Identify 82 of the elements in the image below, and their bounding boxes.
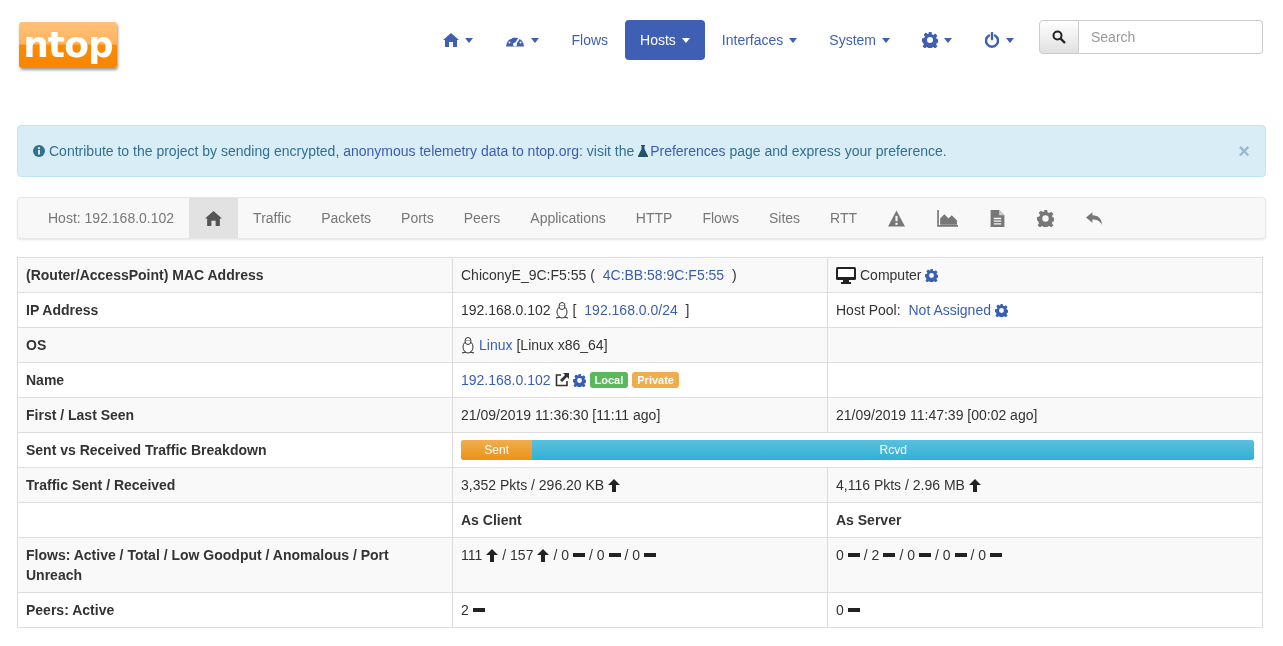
monitor-icon xyxy=(836,266,856,284)
cell-text: 21/09/2019 11:47:39 [00:02 ago] xyxy=(836,406,1038,425)
row-label: OS xyxy=(26,337,47,353)
row-label: Peers: Active xyxy=(26,602,115,618)
row-label: First / Last Seen xyxy=(26,407,135,423)
nav-menu-item[interactable]: Hosts xyxy=(625,20,705,60)
column-heading: As Client xyxy=(461,511,522,530)
tag-label: Local xyxy=(589,372,629,388)
cell-text: 4,116 Pkts / 2.96 MB xyxy=(836,476,965,495)
host-tab[interactable]: HTTP xyxy=(620,198,688,238)
gear-icon xyxy=(1037,209,1055,227)
alert-link[interactable]: anonymous telemetry data to ntop.org xyxy=(343,142,579,159)
cell-text: 0 xyxy=(836,546,844,565)
cell-link[interactable]: Linux xyxy=(479,335,513,355)
host-tab[interactable]: Packets xyxy=(306,198,387,238)
cell-text: 2 xyxy=(461,601,469,620)
host-tab[interactable]: RTT xyxy=(815,198,873,238)
received-bar-segment: Rcvd xyxy=(532,440,1254,460)
search-button[interactable] xyxy=(1039,20,1079,54)
search-field[interactable]: Search xyxy=(1079,20,1263,54)
area-chart-icon xyxy=(937,209,959,227)
host-tab[interactable]: Peers xyxy=(448,198,516,238)
cell-text: Computer xyxy=(860,266,922,285)
document-icon xyxy=(990,209,1006,227)
host-icon-tab[interactable] xyxy=(189,198,239,238)
row-label: Name xyxy=(26,372,65,388)
cell-text: ) xyxy=(731,266,737,285)
gear-icon xyxy=(922,32,938,48)
nav-menu-item[interactable]: Flows xyxy=(556,20,624,60)
row-label: (Router/AccessPoint) MAC Address xyxy=(26,267,264,283)
row-label: Flows: Active / Total / Low Goodput / Anomalous / Port Unreach xyxy=(26,547,389,583)
nav-menu-item[interactable]: Interfaces xyxy=(706,20,813,60)
gear-icon xyxy=(995,303,1008,317)
tag-label: Private xyxy=(632,372,679,388)
cell-text: / 0 xyxy=(899,546,915,565)
cell-text: / 2 xyxy=(863,546,880,565)
cell-text: / 0 xyxy=(970,546,987,565)
cell-text: / 0 xyxy=(934,546,951,565)
reply-arrow-icon xyxy=(1086,210,1104,226)
host-tab[interactable]: Ports xyxy=(386,198,449,238)
cell-link[interactable]: 192.168.0.102 xyxy=(461,370,551,390)
sent-bar-segment: Sent xyxy=(461,440,533,460)
cell-text: Host Pool: xyxy=(836,301,902,320)
home-icon xyxy=(443,32,460,48)
cell-text: ] xyxy=(684,301,690,320)
cell-text: ChiconyE_9C:F5:55 ( xyxy=(461,266,596,285)
power-icon xyxy=(984,32,1000,48)
cell-text: / 0 xyxy=(624,546,641,565)
cell-text: / 0 xyxy=(589,546,605,565)
gear-icon xyxy=(572,373,586,387)
cell-link[interactable]: Not Assigned xyxy=(908,300,991,320)
cell-text: 3,352 Pkts / 296.20 KB xyxy=(461,476,605,495)
host-tab[interactable]: Applications xyxy=(515,198,621,238)
alert-message: Contribute to the project by sending encrypted, anonymous telemetry data to ntop.org: visit the Preferences page and express your preference. xyxy=(49,141,947,161)
cell-link[interactable]: 4C:BB:58:9C:F5:55 xyxy=(602,265,725,285)
home-icon xyxy=(205,209,223,227)
row-label: Traffic Sent / Received xyxy=(26,477,176,493)
cell-text: 0 xyxy=(836,601,844,620)
external-link-icon xyxy=(554,373,569,387)
cell-text: [Linux x86_64] xyxy=(516,336,608,355)
warning-icon xyxy=(888,209,906,227)
cell-text: 111 xyxy=(461,546,483,565)
info-icon xyxy=(33,145,45,157)
penguin-icon xyxy=(554,301,569,319)
row-label: Sent vs Received Traffic Breakdown xyxy=(26,442,267,458)
host-tab[interactable]: Flows xyxy=(687,198,754,238)
cell-text: / 0 xyxy=(553,546,569,565)
cell-text: 21/09/2019 11:36:30 [11:11 ago] xyxy=(461,406,661,425)
column-heading: As Server xyxy=(836,511,902,530)
cell-text: [ xyxy=(572,301,578,320)
host-tab[interactable]: Traffic xyxy=(238,198,307,238)
alert-link[interactable]: Preferences xyxy=(638,142,726,159)
search-icon xyxy=(1052,30,1066,44)
row-label: IP Address xyxy=(26,302,99,318)
cell-text: / 157 xyxy=(502,546,534,565)
nav-menu-item[interactable]: System xyxy=(814,20,905,60)
cell-text: 192.168.0.102 xyxy=(461,301,551,320)
host-title: Host: 192.168.0.102 xyxy=(47,208,176,228)
penguin-icon xyxy=(461,336,475,354)
host-tab[interactable]: Sites xyxy=(753,198,816,238)
gear-icon xyxy=(925,268,939,282)
cell-link[interactable]: 192.168.0.0/24 xyxy=(584,300,678,320)
